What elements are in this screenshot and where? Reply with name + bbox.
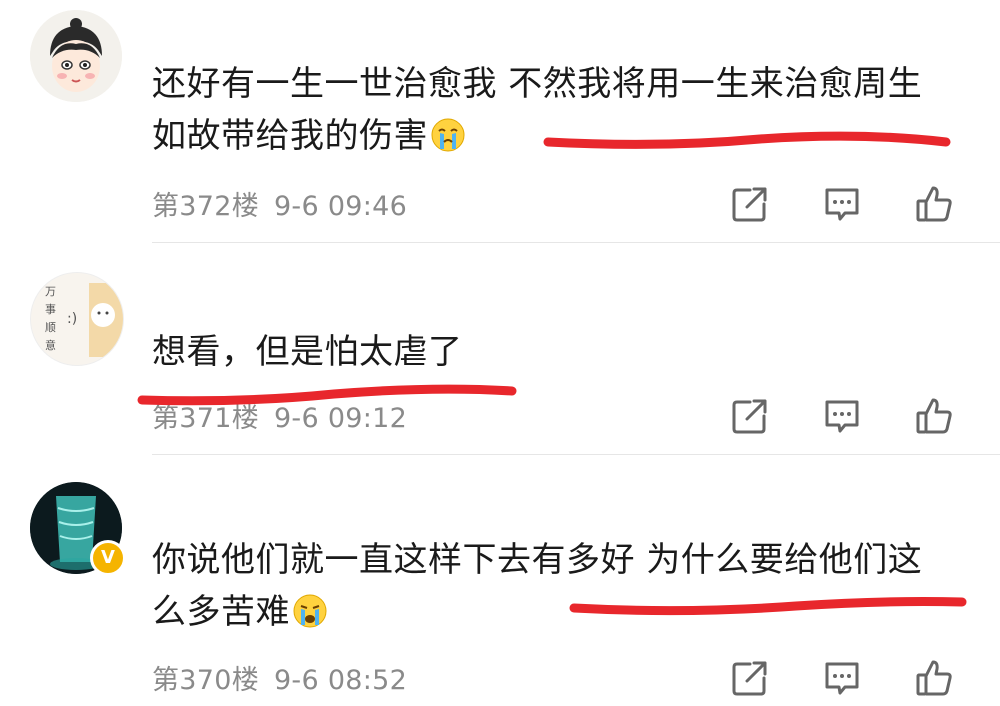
comment-icon[interactable] xyxy=(822,184,862,224)
comment-text-line: 如故带给我的伤害 xyxy=(152,110,982,162)
comment-actions xyxy=(730,396,970,436)
verified-badge: V xyxy=(90,540,126,576)
comment-item: 万 事 顺 意 :) 想看，但是怕太虐了 第371楼 9-6 09:12 xyxy=(0,244,1000,456)
comment-time: 9-6 09:46 xyxy=(273,191,408,222)
comment-icon[interactable] xyxy=(822,658,862,698)
user-avatar[interactable] xyxy=(30,10,122,102)
comment-actions xyxy=(730,658,970,698)
crying-face-icon xyxy=(430,116,466,152)
thumbs-up-icon[interactable] xyxy=(914,396,954,436)
comment-text: 你说他们就一直这样下去有多好 为什么要给他们这 么多苦难 xyxy=(152,534,982,638)
comment-text-continuation: 么多苦难 xyxy=(152,592,290,632)
comment-actions xyxy=(730,184,970,224)
avatar-char: 事 xyxy=(45,303,56,316)
floor-number: 第371楼 xyxy=(152,403,260,434)
thumbs-up-icon[interactable] xyxy=(914,658,954,698)
comment-text-line: 么多苦难 xyxy=(152,586,982,638)
avatar-char: 万 xyxy=(45,285,56,298)
comment-icon[interactable] xyxy=(822,396,862,436)
avatar-face: :) xyxy=(67,311,77,327)
floor-number: 第370楼 xyxy=(152,665,260,696)
comment-divider xyxy=(152,242,1000,243)
comment-meta: 第371楼 9-6 09:12 xyxy=(152,396,407,435)
comment-meta: 第372楼 9-6 09:46 xyxy=(152,184,407,223)
avatar-char: 意 xyxy=(45,338,56,352)
comment-text-continuation: 如故带给我的伤害 xyxy=(152,116,428,156)
comment-meta: 第370楼 9-6 08:52 xyxy=(152,658,407,697)
comment-item: V 你说他们就一直这样下去有多好 为什么要给他们这 么多苦难 第370楼 9-6… xyxy=(0,456,1000,706)
comment-item: 还好有一生一世治愈我 不然我将用一生来治愈周生 如故带给我的伤害 第372楼 9… xyxy=(0,0,1000,244)
comment-text: 还好有一生一世治愈我 不然我将用一生来治愈周生 如故带给我的伤害 xyxy=(152,58,982,162)
comment-text-line: 还好有一生一世治愈我 不然我将用一生来治愈周生 xyxy=(152,64,923,104)
thumbs-up-icon[interactable] xyxy=(914,184,954,224)
comment-text: 想看，但是怕太虐了 xyxy=(152,326,982,378)
share-icon[interactable] xyxy=(730,396,770,436)
comment-divider xyxy=(152,454,1000,455)
loudly-crying-face-icon xyxy=(292,592,328,628)
share-icon[interactable] xyxy=(730,184,770,224)
avatar-char: 顺 xyxy=(45,321,56,334)
floor-number: 第372楼 xyxy=(152,191,260,222)
share-icon[interactable] xyxy=(730,658,770,698)
user-avatar[interactable]: 万 事 顺 意 :) xyxy=(30,272,124,366)
comment-time: 9-6 08:52 xyxy=(273,665,408,696)
comment-text-line: 你说他们就一直这样下去有多好 为什么要给他们这 xyxy=(152,540,923,580)
comment-time: 9-6 09:12 xyxy=(273,403,408,434)
comment-text-line: 想看，但是怕太虐了 xyxy=(152,332,463,372)
